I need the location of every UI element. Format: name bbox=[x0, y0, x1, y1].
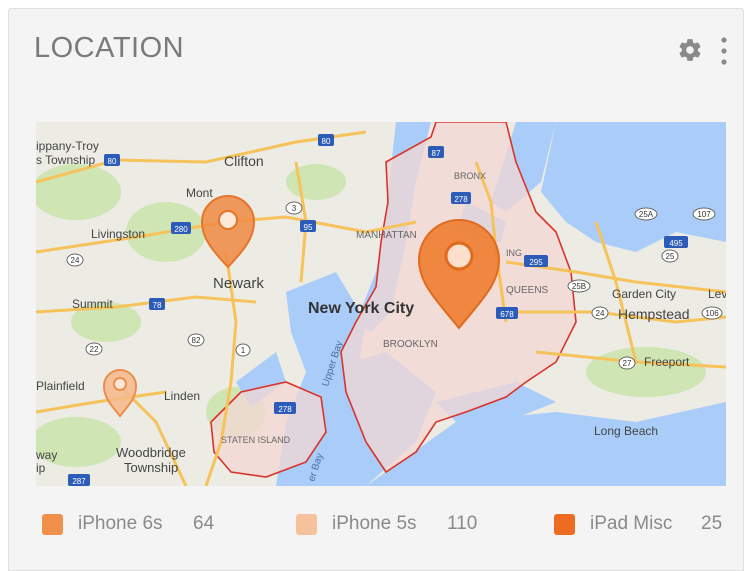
svg-text:Plainfield: Plainfield bbox=[36, 379, 85, 393]
route-shield: 106 bbox=[701, 306, 723, 320]
svg-text:BROOKLYN: BROOKLYN bbox=[383, 339, 438, 350]
svg-text:ippany-Troy: ippany-Troy bbox=[36, 139, 99, 153]
route-shield: 278 bbox=[274, 402, 296, 414]
route-shield: 495 bbox=[664, 236, 688, 248]
legend-item-iphone-6s[interactable]: iPhone 6s bbox=[42, 509, 163, 539]
location-card: LOCATION ippany-Troy s Township Clifton … bbox=[8, 8, 744, 571]
legend-swatch bbox=[296, 513, 317, 535]
svg-text:27: 27 bbox=[623, 359, 632, 368]
svg-text:Long Beach: Long Beach bbox=[594, 424, 658, 438]
svg-text:80: 80 bbox=[322, 137, 331, 146]
svg-text:Linden: Linden bbox=[164, 389, 200, 403]
route-shield: 24 bbox=[591, 306, 609, 320]
legend-label: iPhone 5s bbox=[332, 513, 417, 534]
svg-text:Livingston: Livingston bbox=[91, 227, 145, 241]
legend-swatch bbox=[42, 513, 63, 535]
svg-text:Township: Township bbox=[124, 460, 178, 475]
svg-text:Lev: Lev bbox=[708, 287, 726, 301]
svg-text:Garden City: Garden City bbox=[612, 287, 676, 301]
route-shield: 24 bbox=[66, 253, 84, 267]
svg-text:Freeport: Freeport bbox=[644, 355, 690, 369]
legend: iPhone 6s 64 iPhone 5s 110 iPad Misc 25 bbox=[9, 509, 744, 539]
legend-item-ipad-misc[interactable]: iPad Misc bbox=[554, 509, 672, 539]
legend-swatch bbox=[554, 513, 575, 535]
svg-text:22: 22 bbox=[90, 345, 99, 354]
route-shield: 27 bbox=[618, 356, 636, 370]
svg-text:3: 3 bbox=[292, 204, 297, 213]
svg-text:s Township: s Township bbox=[36, 153, 95, 167]
legend-label: iPad Misc bbox=[590, 513, 673, 534]
svg-text:278: 278 bbox=[278, 405, 292, 414]
svg-text:95: 95 bbox=[304, 223, 313, 232]
svg-text:87: 87 bbox=[432, 149, 441, 158]
svg-text:280: 280 bbox=[174, 225, 188, 234]
route-shield: 295 bbox=[524, 255, 548, 267]
svg-text:Hempstead: Hempstead bbox=[618, 306, 690, 322]
svg-text:25B: 25B bbox=[572, 282, 586, 291]
route-shield: 678 bbox=[496, 307, 518, 319]
svg-text:82: 82 bbox=[192, 336, 201, 345]
svg-text:Clifton: Clifton bbox=[224, 153, 264, 169]
svg-text:24: 24 bbox=[71, 256, 80, 265]
svg-text:BRONX: BRONX bbox=[454, 171, 486, 181]
map-canvas: ippany-Troy s Township Clifton Mont Livi… bbox=[36, 122, 726, 486]
more-vert-icon[interactable] bbox=[717, 35, 731, 67]
svg-text:Woodbridge: Woodbridge bbox=[116, 445, 186, 460]
svg-text:ip: ip bbox=[36, 461, 46, 475]
route-shield: 82 bbox=[187, 333, 205, 347]
route-shield: 22 bbox=[85, 342, 103, 356]
legend-item-iphone-5s[interactable]: iPhone 5s bbox=[296, 509, 417, 539]
route-shield: 280 bbox=[171, 222, 191, 234]
route-shield: 25A bbox=[634, 207, 658, 221]
route-shield: 80 bbox=[104, 154, 120, 166]
legend-label: iPhone 6s bbox=[78, 513, 163, 534]
svg-text:80: 80 bbox=[108, 157, 117, 166]
svg-text:MANHATTAN: MANHATTAN bbox=[356, 230, 417, 241]
svg-text:107: 107 bbox=[697, 210, 711, 219]
svg-text:25A: 25A bbox=[639, 210, 654, 219]
route-shield: 278 bbox=[451, 192, 471, 204]
svg-text:Newark: Newark bbox=[213, 275, 264, 292]
svg-text:STATEN ISLAND: STATEN ISLAND bbox=[221, 435, 291, 445]
svg-text:Mont: Mont bbox=[186, 186, 213, 200]
svg-text:295: 295 bbox=[529, 258, 543, 267]
svg-text:25: 25 bbox=[666, 252, 675, 261]
svg-text:287: 287 bbox=[72, 477, 86, 486]
legend-count: 25 bbox=[701, 513, 723, 534]
route-shield: 107 bbox=[692, 207, 716, 221]
svg-text:24: 24 bbox=[596, 309, 605, 318]
legend-count: 110 bbox=[447, 513, 478, 534]
route-shield: 1 bbox=[235, 343, 251, 357]
route-shield: 95 bbox=[300, 220, 316, 232]
route-shield: 287 bbox=[68, 474, 90, 486]
svg-text:1: 1 bbox=[241, 346, 246, 355]
svg-text:QUEENS: QUEENS bbox=[506, 285, 549, 296]
route-shield: 3 bbox=[285, 201, 303, 215]
legend-count: 64 bbox=[193, 513, 215, 534]
route-shield: 25 bbox=[661, 249, 679, 263]
location-map[interactable]: ippany-Troy s Township Clifton Mont Livi… bbox=[36, 122, 726, 486]
route-shield: 25B bbox=[567, 279, 591, 293]
svg-text:ING: ING bbox=[506, 248, 522, 258]
svg-text:Summit: Summit bbox=[72, 297, 113, 311]
route-shield: 80 bbox=[318, 134, 334, 146]
svg-text:way: way bbox=[36, 448, 57, 462]
svg-text:106: 106 bbox=[705, 309, 719, 318]
gear-icon[interactable] bbox=[677, 37, 703, 63]
svg-text:495: 495 bbox=[669, 239, 683, 248]
card-title: LOCATION bbox=[34, 32, 185, 64]
svg-text:78: 78 bbox=[153, 301, 162, 310]
route-shield: 87 bbox=[428, 146, 444, 158]
svg-text:678: 678 bbox=[500, 310, 514, 319]
svg-text:New York City: New York City bbox=[308, 300, 414, 317]
svg-text:278: 278 bbox=[454, 195, 468, 204]
route-shield: 78 bbox=[149, 298, 165, 310]
